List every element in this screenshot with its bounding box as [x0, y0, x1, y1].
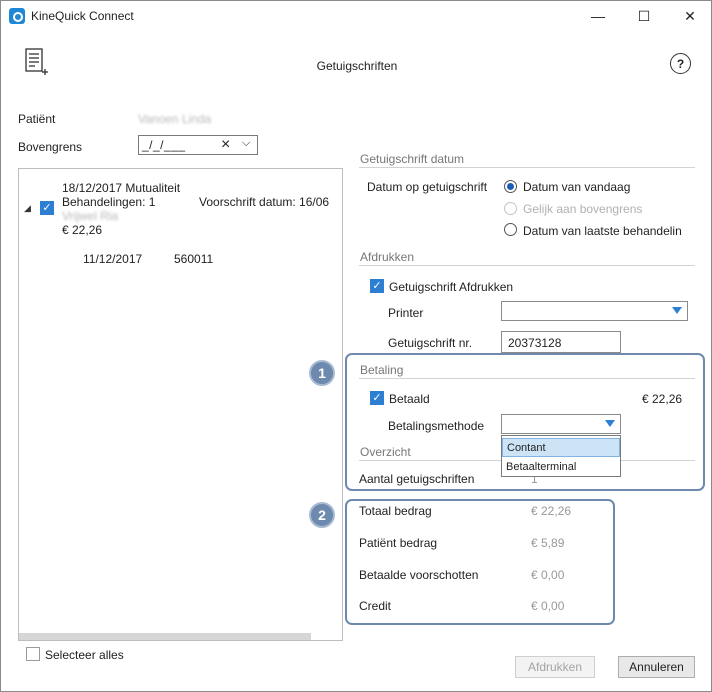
certificate-tree[interactable]: ◢ ✓ 18/12/2017 Mutualiteit Behandelingen…	[18, 168, 343, 641]
dropdown-arrow-icon	[672, 307, 682, 314]
print-certificate-label: Getuigschrift Afdrukken	[389, 280, 514, 294]
upper-limit-date-input[interactable]: _/_/___ × ⌵	[138, 135, 258, 155]
certificate-number-input[interactable]: 20373128	[501, 331, 621, 353]
tree-item-checkbox[interactable]: ✓	[40, 201, 54, 215]
app-logo-icon	[9, 8, 25, 24]
cancel-button[interactable]: Annuleren	[618, 656, 695, 678]
title-bar: KineQuick Connect — ☐ ✕	[1, 1, 711, 31]
tree-item-prescription-date: Voorschrift datum: 16/06	[199, 195, 330, 209]
tree-item-name: Vrijwel Ria	[62, 209, 119, 223]
certificate-number-label: Getuigschrift nr.	[388, 336, 473, 350]
print-certificate-checkbox[interactable]: ✓	[370, 279, 384, 293]
divider	[359, 167, 695, 168]
certificate-date-label: Datum op getuigschrift	[367, 180, 488, 194]
maximize-button[interactable]: ☐	[621, 1, 667, 31]
callout-box-overview	[345, 499, 615, 625]
dialog-window: KineQuick Connect — ☐ ✕ Getuigschriften …	[0, 0, 712, 692]
printer-label: Printer	[388, 306, 424, 320]
subitem-code: 560011	[174, 252, 214, 266]
chevron-down-icon[interactable]: ⌵	[242, 137, 250, 150]
callout-badge-1: 1	[309, 360, 335, 386]
subitem-date: 11/12/2017	[83, 252, 143, 266]
patient-name: Vanoen Linda	[138, 112, 212, 126]
print-section-title: Afdrukken	[360, 250, 415, 264]
page-title: Getuigschriften	[316, 59, 398, 73]
radio-today[interactable]	[504, 180, 517, 193]
printer-select[interactable]	[501, 301, 688, 321]
minimize-button[interactable]: —	[575, 1, 621, 31]
tree-item-treatments: Behandelingen: 1	[62, 195, 156, 209]
radio-last-treatment-label: Datum van laatste behandelin	[523, 224, 682, 238]
print-button[interactable]: Afdrukken	[515, 656, 595, 678]
close-button[interactable]: ✕	[667, 1, 712, 31]
expand-arrow-icon[interactable]: ◢	[24, 203, 31, 214]
callout-box-payment	[345, 353, 705, 491]
upper-limit-label: Bovengrens	[18, 140, 83, 154]
select-all-label: Selecteer alles	[45, 648, 124, 662]
certificate-date-section-title: Getuigschrift datum	[360, 152, 465, 166]
radio-upper-limit-label: Gelijk aan bovengrens	[523, 202, 643, 216]
clear-icon[interactable]: ×	[221, 136, 230, 154]
radio-today-label: Datum van vandaag	[523, 180, 631, 194]
tree-horizontal-scrollbar[interactable]	[19, 633, 311, 640]
radio-upper-limit[interactable]	[504, 202, 517, 215]
select-all-checkbox[interactable]	[26, 647, 40, 661]
window-title: KineQuick Connect	[31, 9, 134, 23]
patient-label: Patiënt	[18, 112, 56, 126]
upper-limit-value: _/_/___	[142, 138, 186, 152]
tree-item-amount: € 22,26	[62, 223, 103, 237]
help-icon[interactable]: ?	[670, 53, 691, 74]
divider	[359, 265, 695, 266]
callout-badge-2: 2	[309, 502, 335, 528]
tree-item-title: 18/12/2017 Mutualiteit	[62, 181, 181, 195]
radio-last-treatment[interactable]	[504, 223, 517, 236]
